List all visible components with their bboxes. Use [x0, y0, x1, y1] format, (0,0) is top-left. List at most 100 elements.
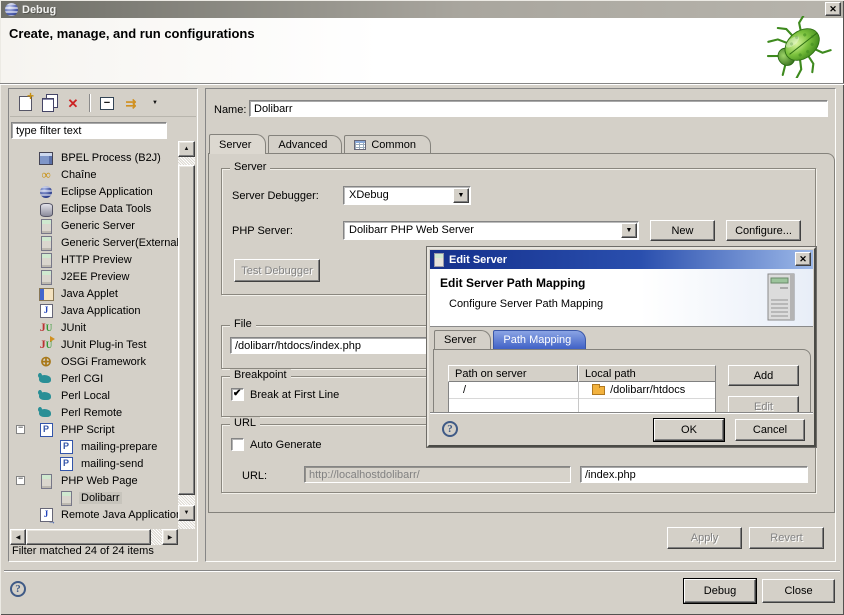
server-icon [38, 235, 54, 251]
duplicate-config-icon[interactable] [39, 93, 59, 113]
folder-icon [592, 386, 605, 395]
java-application-icon [38, 303, 54, 319]
chevron-down-icon[interactable] [453, 188, 469, 203]
database-icon [38, 201, 54, 217]
perl-icon [38, 371, 54, 387]
tree-item-junit-plugin[interactable]: JUnit Plug-in Test [10, 336, 184, 353]
osgi-framework-icon [38, 354, 54, 370]
dialog-heading: Edit Server Path Mapping [440, 276, 585, 290]
tree-item-j2ee-preview[interactable]: J2EE Preview [10, 268, 184, 285]
scroll-thumb[interactable] [26, 529, 151, 545]
configure-server-button[interactable]: Configure... [726, 220, 801, 241]
revert-button[interactable]: Revert [749, 527, 824, 549]
new-server-button[interactable]: New [650, 220, 715, 241]
php-file-icon [58, 439, 74, 455]
tree-item-mailing-send[interactable]: mailing-send [10, 455, 184, 472]
eclipse-logo-icon [5, 3, 18, 16]
perl-icon [38, 388, 54, 404]
url-path-input[interactable] [580, 466, 808, 483]
filter-icon[interactable] [121, 93, 141, 113]
php-web-icon [58, 490, 74, 506]
tab-common[interactable]: Common [344, 135, 431, 154]
scroll-up-icon[interactable]: ▲ [178, 141, 195, 157]
tree-item-java-application[interactable]: Java Application [10, 302, 184, 319]
column-header-local-path[interactable]: Local path [578, 365, 716, 382]
dialog-tabs: Server Path Mapping [434, 330, 588, 349]
page-title: Create, manage, and run configurations [9, 26, 255, 41]
configurations-tree: BPEL Process (B2J) Chaîne Eclipse Applic… [10, 141, 184, 529]
tree-item-chaine[interactable]: Chaîne [10, 166, 184, 183]
title-bar[interactable]: Debug [1, 1, 843, 18]
collapse-all-icon[interactable] [97, 93, 117, 113]
cancel-button[interactable]: Cancel [735, 419, 805, 441]
break-first-line-checkbox[interactable] [231, 388, 244, 401]
dialog-title-bar[interactable]: Edit Server [430, 250, 813, 269]
tree-vertical-scrollbar[interactable]: ▲ ▼ [178, 141, 195, 529]
tree-item-bpel[interactable]: BPEL Process (B2J) [10, 149, 184, 166]
tree-item-osgi[interactable]: OSGi Framework [10, 353, 184, 370]
url-base-input [304, 466, 571, 483]
tree-item-eclipse-data-tools[interactable]: Eclipse Data Tools [10, 200, 184, 217]
server-group-title: Server [230, 161, 270, 173]
tree-horizontal-scrollbar[interactable]: ◀ ▶ [10, 529, 178, 545]
dialog-tab-path-mapping[interactable]: Path Mapping [493, 330, 586, 349]
table-row[interactable]: / /dolibarr/htdocs [449, 382, 715, 399]
debug-button[interactable]: Debug [684, 579, 756, 603]
dialog-tab-server[interactable]: Server [434, 330, 491, 349]
scroll-thumb[interactable] [178, 165, 195, 495]
close-button[interactable]: Close [762, 579, 835, 603]
apply-button[interactable]: Apply [667, 527, 742, 549]
tree-item-remote-java[interactable]: Remote Java Application [10, 506, 184, 523]
tab-server[interactable]: Server [209, 134, 266, 154]
auto-generate-checkbox[interactable] [231, 438, 244, 451]
scroll-down-icon[interactable]: ▼ [178, 505, 195, 521]
test-debugger-button[interactable]: Test Debugger [234, 259, 320, 282]
php-server-select[interactable]: Dolibarr PHP Web Server [343, 221, 639, 240]
server-icon [434, 253, 444, 267]
dialog-button-bar: OK Cancel [430, 412, 813, 444]
tree-item-perl-cgi[interactable]: Perl CGI [10, 370, 184, 387]
tab-advanced[interactable]: Advanced [268, 135, 342, 154]
help-icon[interactable] [442, 421, 458, 437]
ok-button[interactable]: OK [654, 419, 724, 441]
server-icon [38, 252, 54, 268]
new-config-icon[interactable] [15, 93, 35, 113]
bpel-process-icon [38, 150, 54, 166]
tree-item-perl-local[interactable]: Perl Local [10, 387, 184, 404]
close-icon[interactable] [795, 252, 811, 266]
tree-item-eclipse-application[interactable]: Eclipse Application [10, 183, 184, 200]
tree-item-php-web-page[interactable]: PHP Web Page [10, 472, 184, 489]
scroll-left-icon[interactable]: ◀ [10, 529, 26, 545]
php-file-icon [58, 456, 74, 472]
column-header-path-on-server[interactable]: Path on server [448, 365, 578, 382]
delete-config-icon[interactable] [63, 93, 83, 113]
scroll-right-icon[interactable]: ▶ [162, 529, 178, 545]
help-icon[interactable] [10, 581, 26, 597]
close-icon[interactable] [825, 2, 841, 16]
server-debugger-select[interactable]: XDebug [343, 186, 471, 205]
tree-item-perl-remote[interactable]: Perl Remote [10, 404, 184, 421]
tree-item-mailing-prepare[interactable]: mailing-prepare [10, 438, 184, 455]
chevron-down-icon[interactable] [621, 223, 637, 238]
tree-item-junit[interactable]: JUnit [10, 319, 184, 336]
junit-plugin-icon [38, 337, 54, 353]
junit-icon [38, 320, 54, 336]
menu-dropdown-icon[interactable] [145, 93, 165, 113]
collapse-expander-icon[interactable] [16, 425, 25, 434]
filter-input[interactable] [11, 122, 167, 139]
tree-item-php-script[interactable]: PHP Script [10, 421, 184, 438]
tree-item-generic-server[interactable]: Generic Server [10, 217, 184, 234]
php-server-label: PHP Server: [232, 225, 293, 237]
remote-java-icon [38, 507, 54, 523]
tree-item-dolibarr[interactable]: Dolibarr [10, 489, 184, 506]
banner: Create, manage, and run configurations [1, 18, 843, 83]
collapse-expander-icon[interactable] [16, 476, 25, 485]
tree-item-generic-server-external[interactable]: Generic Server(External La [10, 234, 184, 251]
name-input[interactable] [249, 100, 828, 117]
java-applet-icon [38, 286, 54, 302]
window-title: Debug [22, 4, 56, 16]
banner-separator [0, 83, 844, 85]
tree-item-java-applet[interactable]: Java Applet [10, 285, 184, 302]
tree-item-http-preview[interactable]: HTTP Preview [10, 251, 184, 268]
add-mapping-button[interactable]: Add [728, 365, 799, 386]
